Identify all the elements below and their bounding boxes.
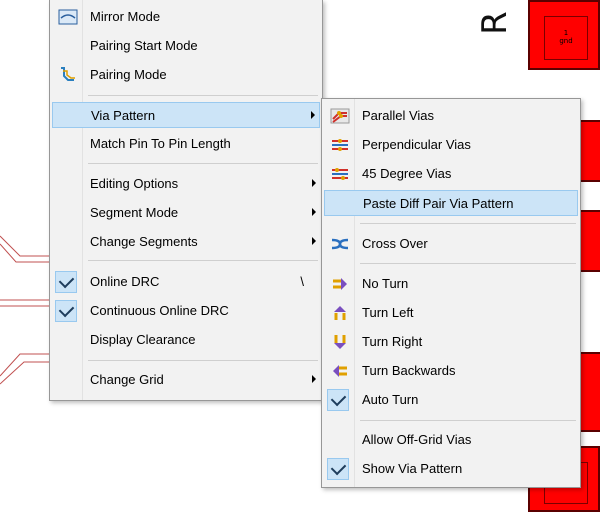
menu-separator [88, 163, 318, 164]
submenu-arrow-icon [312, 375, 316, 383]
submenu-arrow-icon [311, 111, 315, 119]
menu-item-label: Pairing Start Mode [90, 38, 198, 53]
menu-item-display-clearance[interactable]: Display Clearance [52, 327, 320, 353]
menu-item-change-segments[interactable]: Change Segments [52, 229, 320, 255]
pad-top-inner: 1 gnd [544, 16, 588, 60]
submenu-item-label: Paste Diff Pair Via Pattern [363, 196, 514, 211]
component-ref-letter: R [475, 11, 515, 35]
submenu-item-paste-diff-pair-via-pattern[interactable]: Paste Diff Pair Via Pattern [324, 190, 578, 216]
submenu-item-perpendicular-vias[interactable]: Perpendicular Vias [324, 132, 578, 158]
cross-over-icon [330, 235, 350, 253]
submenu-item-label: Perpendicular Vias [362, 137, 471, 152]
check-icon [55, 271, 77, 293]
submenu-item-label: No Turn [362, 276, 409, 291]
menu-item-pairing-mode[interactable]: Pairing Mode [52, 62, 320, 88]
submenu-item-parallel-vias[interactable]: Parallel Vias [324, 103, 578, 129]
submenu-item-label: Parallel Vias [362, 108, 435, 123]
context-menu: Mirror Mode Pairing Start Mode Pairing M… [49, 0, 323, 401]
perpendicular-vias-icon [330, 136, 350, 154]
pad-top[interactable]: 1 gnd [528, 0, 600, 70]
pairing-mode-icon [58, 66, 78, 84]
submenu-item-cross-over[interactable]: Cross Over [324, 231, 578, 257]
menu-item-label: Change Segments [90, 234, 198, 249]
submenu-item-label: 45 Degree Vias [362, 166, 452, 181]
no-turn-icon [330, 275, 350, 293]
menu-item-label: Editing Options [90, 176, 179, 191]
submenu-item-no-turn[interactable]: No Turn [324, 271, 578, 297]
submenu-item-label: Allow Off-Grid Vias [362, 432, 472, 447]
menu-item-label: Display Clearance [90, 332, 196, 347]
menu-item-label: Pairing Mode [90, 67, 167, 82]
submenu-item-45-degree-vias[interactable]: 45 Degree Vias [324, 161, 578, 187]
menu-separator [360, 223, 576, 224]
submenu-item-label: Turn Left [362, 305, 414, 320]
submenu-item-show-via-pattern[interactable]: Show Via Pattern [324, 456, 578, 482]
submenu-item-label: Cross Over [362, 236, 428, 251]
submenu-item-label: Auto Turn [362, 392, 419, 407]
parallel-vias-icon [330, 107, 350, 125]
menu-item-label: Mirror Mode [90, 9, 161, 24]
pad-top-label: 1 gnd [559, 29, 573, 45]
submenu-arrow-icon [312, 208, 316, 216]
menu-separator [88, 260, 318, 261]
submenu-item-label: Turn Backwards [362, 363, 456, 378]
menu-item-change-grid[interactable]: Change Grid [52, 367, 320, 393]
menu-separator [360, 263, 576, 264]
menu-item-via-pattern[interactable]: Via Pattern [52, 102, 320, 128]
submenu-arrow-icon [312, 179, 316, 187]
turn-left-icon [330, 304, 350, 322]
menu-separator [88, 360, 318, 361]
menu-item-match-pin-to-pin-length[interactable]: Match Pin To Pin Length [52, 131, 320, 157]
menu-item-label: Online DRC [90, 274, 160, 289]
via-pattern-submenu: Parallel Vias Perpendicular Vias 45 Degr… [321, 98, 581, 488]
menu-item-label: Continuous Online DRC [90, 303, 229, 318]
menu-item-pairing-start-mode[interactable]: Pairing Start Mode [52, 33, 320, 59]
menu-item-online-drc[interactable]: Online DRC \ [52, 269, 320, 295]
turn-right-icon [330, 333, 350, 351]
menu-item-label: Via Pattern [91, 108, 156, 123]
submenu-arrow-icon [312, 237, 316, 245]
check-icon [327, 458, 349, 480]
submenu-item-label: Show Via Pattern [362, 461, 463, 476]
menu-separator [88, 95, 318, 96]
menu-item-label: Segment Mode [90, 205, 179, 220]
menu-separator [360, 420, 576, 421]
submenu-item-label: Turn Right [362, 334, 423, 349]
submenu-item-turn-backwards[interactable]: Turn Backwards [324, 358, 578, 384]
menu-item-editing-options[interactable]: Editing Options [52, 171, 320, 197]
mirror-mode-icon [58, 8, 78, 26]
menu-item-mirror-mode[interactable]: Mirror Mode [52, 4, 320, 30]
submenu-item-allow-off-grid-vias[interactable]: Allow Off-Grid Vias [324, 427, 578, 453]
menu-item-segment-mode[interactable]: Segment Mode [52, 200, 320, 226]
check-icon [327, 389, 349, 411]
check-icon [55, 300, 77, 322]
submenu-item-turn-left[interactable]: Turn Left [324, 300, 578, 326]
submenu-item-auto-turn[interactable]: Auto Turn [324, 387, 578, 413]
submenu-item-turn-right[interactable]: Turn Right [324, 329, 578, 355]
menu-item-label: Match Pin To Pin Length [90, 136, 231, 151]
menu-item-continuous-online-drc[interactable]: Continuous Online DRC [52, 298, 320, 324]
menu-item-label: Change Grid [90, 372, 164, 387]
turn-backwards-icon [330, 362, 350, 380]
45-degree-vias-icon [330, 165, 350, 183]
menu-item-shortcut: \ [300, 274, 304, 289]
